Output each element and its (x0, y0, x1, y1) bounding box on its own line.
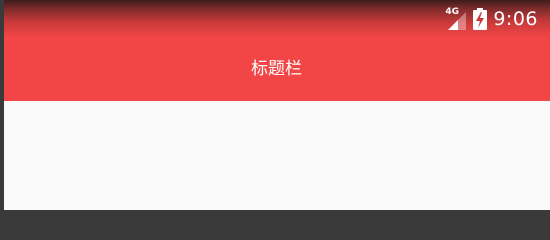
network-indicator: 4G (445, 7, 467, 31)
status-icons: 4G 9:06 (445, 6, 538, 32)
signal-icon (448, 12, 467, 30)
status-bar: 4G 9:06 (4, 0, 550, 37)
status-clock: 9:06 (493, 8, 538, 30)
app-screen: 4G 9:06 标题栏 (4, 0, 550, 210)
title-bar-text: 标题栏 (251, 59, 302, 79)
title-bar: 标题栏 (4, 37, 550, 101)
battery-charging-icon (473, 8, 488, 30)
